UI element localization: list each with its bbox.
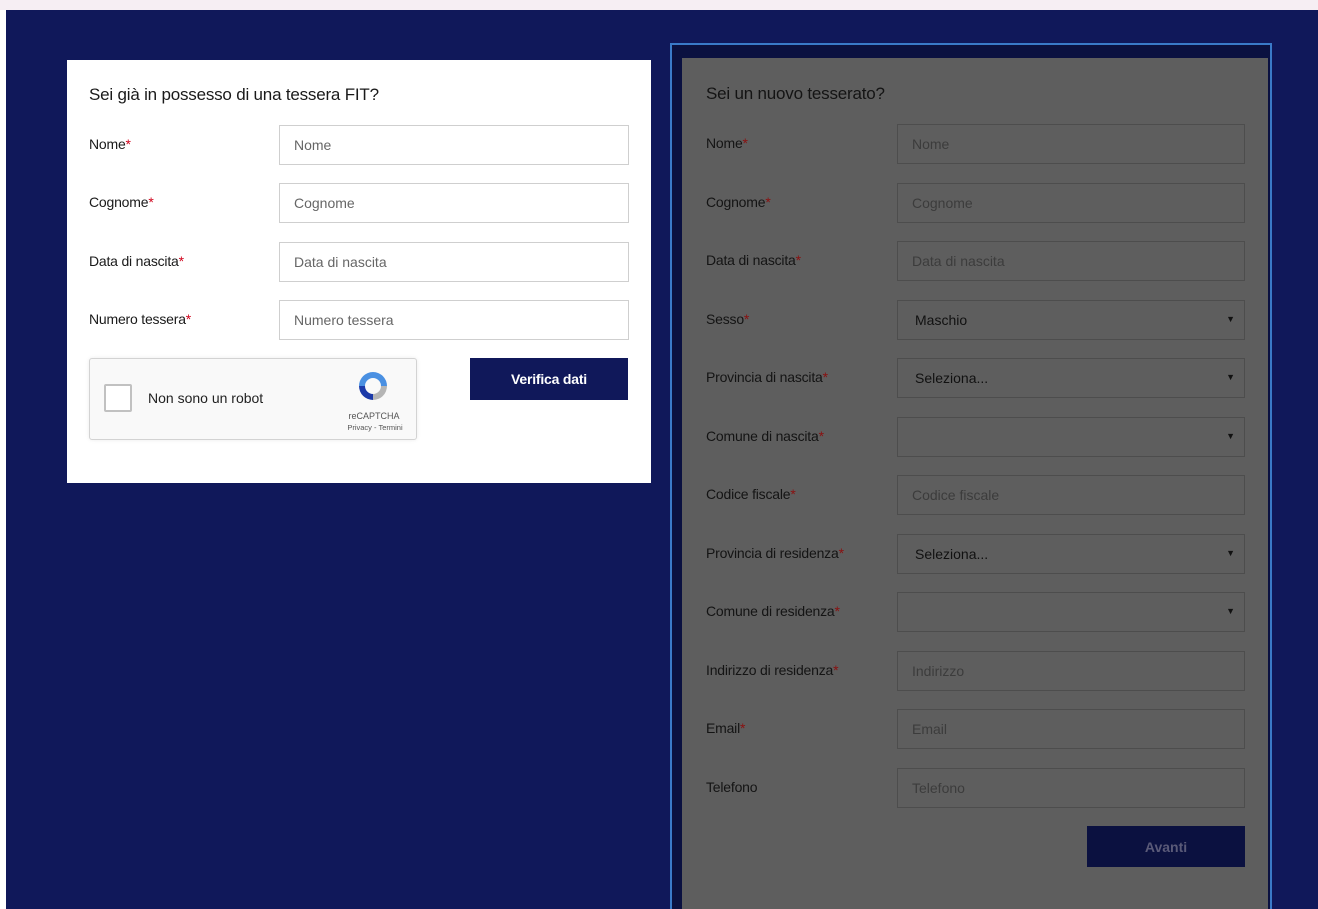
comune-nascita-select[interactable]: ▼ bbox=[897, 417, 1245, 457]
new-field-row-codice-fiscale: Codice fiscale* bbox=[682, 475, 1268, 515]
field-label: Email* bbox=[706, 720, 746, 736]
field-row-data-nascita: Data di nascita* bbox=[67, 242, 651, 282]
chevron-down-icon: ▼ bbox=[1226, 431, 1235, 441]
sesso-select[interactable]: Maschio ▼ bbox=[897, 300, 1245, 340]
recaptcha-label: Non sono un robot bbox=[148, 390, 264, 406]
field-label: Comune di residenza* bbox=[706, 603, 840, 619]
field-label: Comune di nascita* bbox=[706, 428, 824, 444]
field-label: Telefono bbox=[706, 779, 758, 795]
field-label: Indirizzo di residenza* bbox=[706, 662, 839, 678]
chevron-down-icon: ▼ bbox=[1226, 548, 1235, 558]
new-cognome-input[interactable] bbox=[897, 183, 1245, 223]
new-field-row-indirizzo: Indirizzo di residenza* bbox=[682, 651, 1268, 691]
field-label: Cognome* bbox=[706, 194, 771, 210]
cognome-input[interactable] bbox=[279, 183, 629, 223]
recaptcha-widget: Non sono un robot reCAPTCHA Privacy - Te… bbox=[89, 358, 417, 440]
existing-member-card: Sei già in possesso di una tessera FIT? … bbox=[67, 60, 651, 483]
comune-residenza-select[interactable]: ▼ bbox=[897, 592, 1245, 632]
telefono-input[interactable] bbox=[897, 768, 1245, 808]
field-label: Data di nascita* bbox=[706, 252, 801, 268]
new-field-row-data-nascita: Data di nascita* bbox=[682, 241, 1268, 281]
field-label: Sesso* bbox=[706, 311, 750, 327]
new-field-row-email: Email* bbox=[682, 709, 1268, 749]
new-card-title: Sei un nuovo tesserato? bbox=[706, 84, 885, 103]
field-label: Cognome* bbox=[89, 194, 154, 210]
recaptcha-logo-icon bbox=[359, 372, 387, 400]
verify-button[interactable]: Verifica dati bbox=[470, 358, 628, 400]
recaptcha-checkbox[interactable] bbox=[104, 384, 132, 412]
field-label: Provincia di nascita* bbox=[706, 369, 828, 385]
next-button[interactable]: Avanti bbox=[1087, 826, 1245, 867]
chevron-down-icon: ▼ bbox=[1226, 606, 1235, 616]
field-row-cognome: Cognome* bbox=[67, 183, 651, 223]
field-label: Provincia di residenza* bbox=[706, 545, 844, 561]
new-nome-input[interactable] bbox=[897, 124, 1245, 164]
new-field-row-sesso: Sesso* Maschio ▼ bbox=[682, 300, 1268, 340]
new-field-row-cognome: Cognome* bbox=[682, 183, 1268, 223]
numero-tessera-input[interactable] bbox=[279, 300, 629, 340]
new-field-row-comune-nascita: Comune di nascita* ▼ bbox=[682, 417, 1268, 457]
field-label: Nome* bbox=[706, 135, 748, 151]
provincia-residenza-select[interactable]: Seleziona... ▼ bbox=[897, 534, 1245, 574]
nome-input[interactable] bbox=[279, 125, 629, 165]
field-label: Nome* bbox=[89, 136, 131, 152]
existing-card-title: Sei già in possesso di una tessera FIT? bbox=[89, 85, 379, 104]
indirizzo-input[interactable] bbox=[897, 651, 1245, 691]
field-row-nome: Nome* bbox=[67, 125, 651, 165]
new-field-row-comune-residenza: Comune di residenza* ▼ bbox=[682, 592, 1268, 632]
new-member-card: Sei un nuovo tesserato? Nome* Cognome* D… bbox=[682, 58, 1268, 909]
top-strip bbox=[0, 0, 1318, 10]
new-field-row-telefono: Telefono bbox=[682, 768, 1268, 808]
recaptcha-links[interactable]: Privacy - Termini bbox=[340, 423, 410, 432]
provincia-nascita-select[interactable]: Seleziona... ▼ bbox=[897, 358, 1245, 398]
recaptcha-brand: reCAPTCHA bbox=[348, 411, 400, 421]
codice-fiscale-input[interactable] bbox=[897, 475, 1245, 515]
field-label: Numero tessera* bbox=[89, 311, 192, 327]
field-label: Codice fiscale* bbox=[706, 486, 796, 502]
chevron-down-icon: ▼ bbox=[1226, 314, 1235, 324]
field-label: Data di nascita* bbox=[89, 253, 184, 269]
new-field-row-provincia-residenza: Provincia di residenza* Seleziona... ▼ bbox=[682, 534, 1268, 574]
chevron-down-icon: ▼ bbox=[1226, 372, 1235, 382]
field-row-numero-tessera: Numero tessera* bbox=[67, 300, 651, 340]
email-input[interactable] bbox=[897, 709, 1245, 749]
new-field-row-provincia-nascita: Provincia di nascita* Seleziona... ▼ bbox=[682, 358, 1268, 398]
data-nascita-input[interactable] bbox=[279, 242, 629, 282]
new-field-row-nome: Nome* bbox=[682, 124, 1268, 164]
new-data-nascita-input[interactable] bbox=[897, 241, 1245, 281]
